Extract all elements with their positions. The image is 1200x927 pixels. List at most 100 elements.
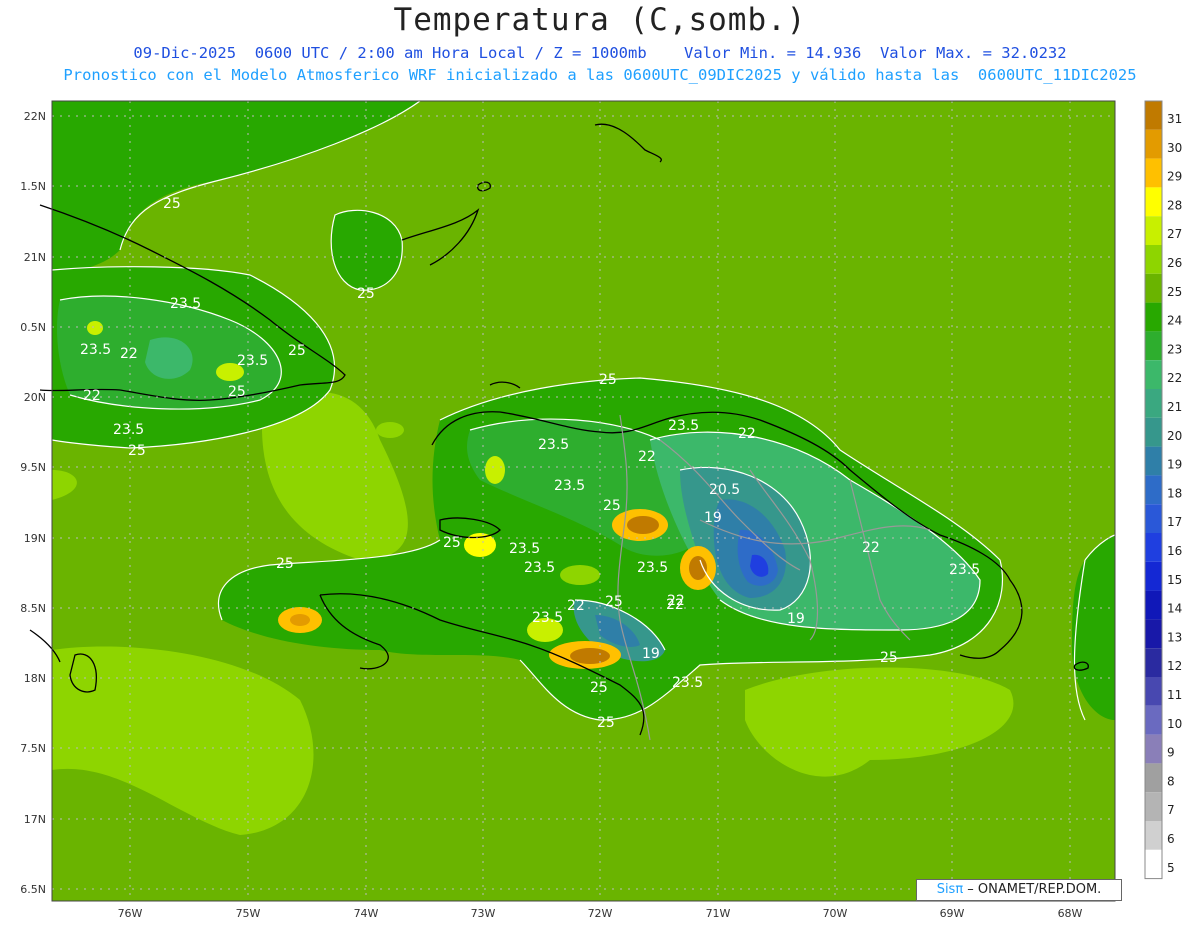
colorbar-swatch (1145, 216, 1162, 245)
contour-label: 23.5 (668, 418, 699, 434)
colorbar-label: 27 (1167, 227, 1182, 241)
lon-tick-label: 70W (823, 907, 848, 920)
contour-label: 25 (597, 715, 615, 731)
lat-tick-label: 0.5N (20, 321, 46, 334)
colorbar-label: 21 (1167, 400, 1182, 414)
colorbar-label: 13 (1167, 630, 1182, 644)
colorbar-swatch (1145, 619, 1162, 649)
lat-tick-label: 18N (24, 672, 46, 685)
colorbar-label: 11 (1167, 688, 1182, 702)
contour-label: 25 (590, 680, 608, 696)
colorbar: 31 30 29 28 27 26 25 24 23 22 21 20 19 18 17 16 15 14 13 12… (1144, 100, 1182, 880)
colorbar-swatch (1145, 648, 1162, 677)
credit-org: – ONAMET/REP.DOM. (963, 882, 1102, 897)
contour-label: 25 (599, 372, 617, 388)
colorbar-swatch (1145, 302, 1162, 332)
colorbar-swatch (1145, 245, 1162, 274)
credit-sis: Sisπ (936, 882, 964, 897)
colorbar-label: 23 (1167, 342, 1182, 356)
colorbar-label: 26 (1167, 256, 1182, 270)
contour-label: 23.5 (237, 353, 268, 369)
lon-tick-label: 73W (471, 907, 496, 920)
colorbar-swatch (1145, 360, 1162, 389)
contour-label: 25 (276, 556, 294, 572)
colorbar-label: 30 (1167, 141, 1182, 155)
colorbar-label: 28 (1167, 198, 1182, 212)
colorbar-label: 8 (1167, 774, 1175, 788)
colorbar-swatch (1145, 417, 1162, 447)
colorbar-label: 18 (1167, 486, 1182, 500)
colorbar-swatch (1145, 389, 1162, 418)
colorbar-label: 12 (1167, 659, 1182, 673)
contour-label: 23.5 (113, 422, 144, 438)
contour-label: 22 (667, 593, 685, 609)
contour-label: 25 (880, 650, 898, 666)
contour-label: 22 (738, 426, 756, 442)
contour-label: 23.5 (538, 437, 569, 453)
colorbar-swatch (1145, 533, 1162, 562)
colorbar-swatch (1145, 590, 1162, 620)
colorbar-label: 5 (1167, 861, 1175, 875)
contour-label: 23.5 (80, 342, 111, 358)
contour-label: 23.5 (509, 541, 540, 557)
lat-tick-label: 6.5N (20, 883, 46, 896)
lat-tick-label: 20N (24, 391, 46, 404)
contour-label: 19 (704, 510, 722, 526)
colorbar-label: 10 (1167, 717, 1182, 731)
colorbar-swatch (1145, 792, 1162, 821)
lat-tick-label: 7.5N (20, 742, 46, 755)
contour-label: 23.5 (672, 675, 703, 691)
contour-label: 23.5 (524, 560, 555, 576)
lon-tick-label: 75W (236, 907, 261, 920)
latitude-axis: 22N 1.5N 21N 0.5N 20N 9.5N 19N 8.5N 18N … (20, 110, 46, 896)
lon-tick-label: 72W (588, 907, 613, 920)
credit-badge: Sisπ – ONAMET/REP.DOM. (916, 879, 1122, 901)
contour-label: 25 (163, 196, 181, 212)
colorbar-label: 19 (1167, 458, 1182, 472)
colorbar-swatch (1145, 129, 1162, 159)
lat-tick-label: 8.5N (20, 602, 46, 615)
lat-tick-label: 1.5N (20, 180, 46, 193)
contour-label: 22 (120, 346, 138, 362)
colorbar-swatch (1145, 677, 1162, 706)
contour-label: 25 (357, 286, 375, 302)
colorbar-swatch (1145, 849, 1162, 879)
contour-label: 23.5 (532, 610, 563, 626)
contour-label: 23.5 (554, 478, 585, 494)
contour-label: 23.5 (170, 296, 201, 312)
contour-label: 19 (787, 611, 805, 627)
lon-tick-label: 74W (354, 907, 379, 920)
colorbar-swatch (1145, 331, 1162, 361)
lon-tick-label: 76W (118, 907, 143, 920)
lon-tick-label: 69W (940, 907, 965, 920)
colorbar-label: 24 (1167, 314, 1182, 328)
colorbar-label: 25 (1167, 285, 1182, 299)
contour-label: 25 (228, 384, 246, 400)
temperature-map: 25 25 25 23.5 22 23.5 23.5 25 22 23.5 25… (20, 100, 1182, 920)
contour-label: 25 (443, 535, 461, 551)
contour-label: 22 (638, 449, 656, 465)
lat-tick-label: 9.5N (20, 461, 46, 474)
colorbar-swatch (1145, 475, 1162, 505)
contour-label: 22 (567, 598, 585, 614)
colorbar-swatch (1145, 504, 1162, 533)
colorbar-label: 9 (1167, 746, 1175, 760)
colorbar-label: 15 (1167, 573, 1182, 587)
contour-label: 25 (288, 343, 306, 359)
contour-label: 25 (605, 594, 623, 610)
lon-tick-label: 71W (706, 907, 731, 920)
longitude-axis: 76W 75W 74W 73W 72W 71W 70W 69W 68W (118, 907, 1083, 920)
colorbar-label: 14 (1167, 602, 1182, 616)
lat-tick-label: 21N (24, 251, 46, 264)
colorbar-swatch (1145, 821, 1162, 850)
colorbar-swatch (1145, 561, 1162, 591)
colorbar-label: 16 (1167, 544, 1182, 558)
colorbar-label: 20 (1167, 429, 1182, 443)
contour-label: 25 (603, 498, 621, 514)
colorbar-label: 31 (1167, 112, 1182, 126)
contour-label: 23.5 (949, 562, 980, 578)
colorbar-label: 17 (1167, 515, 1182, 529)
colorbar-swatch (1145, 158, 1162, 188)
colorbar-swatch (1145, 446, 1162, 476)
colorbar-swatch (1145, 734, 1162, 764)
